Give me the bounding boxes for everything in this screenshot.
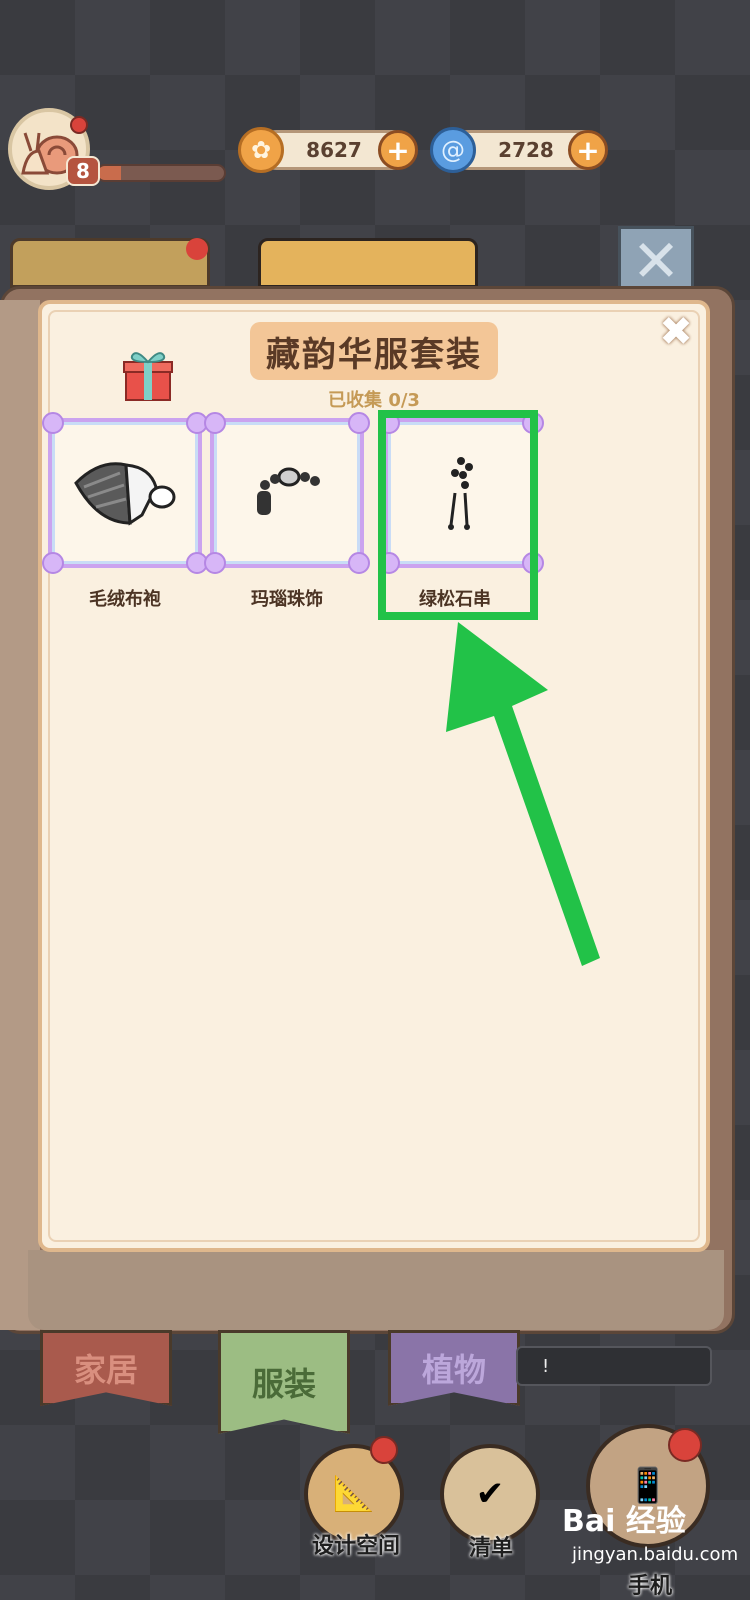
tab-clothes[interactable]: 服装: [218, 1330, 350, 1434]
agate-beads-icon: [257, 467, 320, 515]
fur-robe-icon: [74, 462, 176, 526]
item-card-agate-beads[interactable]: [204, 412, 370, 574]
xp-progress-bar: [96, 164, 226, 182]
item-card-fur-robe[interactable]: [42, 412, 208, 574]
tip-bubble: !: [516, 1346, 712, 1386]
notification-dot: [186, 238, 208, 260]
coin-icon: ✿: [238, 127, 284, 173]
tab-home[interactable]: 家居: [40, 1330, 172, 1406]
notification-dot: [70, 116, 88, 134]
notification-dot: [370, 1436, 398, 1464]
set-title: 藏韵华服套装: [250, 322, 498, 380]
list-button[interactable]: ✔: [440, 1444, 540, 1544]
background-tab-left: [10, 238, 210, 288]
coin-amount: 8627: [306, 138, 362, 162]
add-gems-button[interactable]: +: [568, 130, 608, 170]
add-coins-button[interactable]: +: [378, 130, 418, 170]
book-bottom-page: [28, 1250, 724, 1330]
item-label-agate-beads: 玛瑙珠饰: [251, 589, 323, 610]
notification-dot: [668, 1428, 702, 1462]
watermark-logo: Bai 经验: [562, 1504, 686, 1539]
tab-plants[interactable]: 植物: [388, 1330, 520, 1406]
collection-progress: 已收集 0/3: [328, 390, 420, 411]
swirl-gem-icon: @: [430, 127, 476, 173]
phone-label: 手机: [627, 1574, 672, 1599]
ruler-icon: 📐: [332, 1474, 376, 1514]
background-tab-center: [258, 238, 478, 288]
book-spine: [0, 300, 40, 1330]
list-label: 清单: [468, 1536, 513, 1561]
checklist-icon: ✔: [475, 1474, 505, 1514]
watermark-url: jingyan.baidu.com: [572, 1544, 739, 1565]
xp-progress-fill: [98, 166, 121, 180]
gift-icon[interactable]: [122, 346, 174, 402]
design-space-label: 设计空间: [311, 1534, 400, 1559]
item-label-fur-robe: 毛绒布袍: [89, 589, 161, 610]
gem-amount: 2728: [498, 138, 554, 162]
close-icon[interactable]: ✖: [654, 309, 698, 355]
level-badge: 8: [66, 156, 100, 186]
highlight-box: [378, 410, 538, 620]
